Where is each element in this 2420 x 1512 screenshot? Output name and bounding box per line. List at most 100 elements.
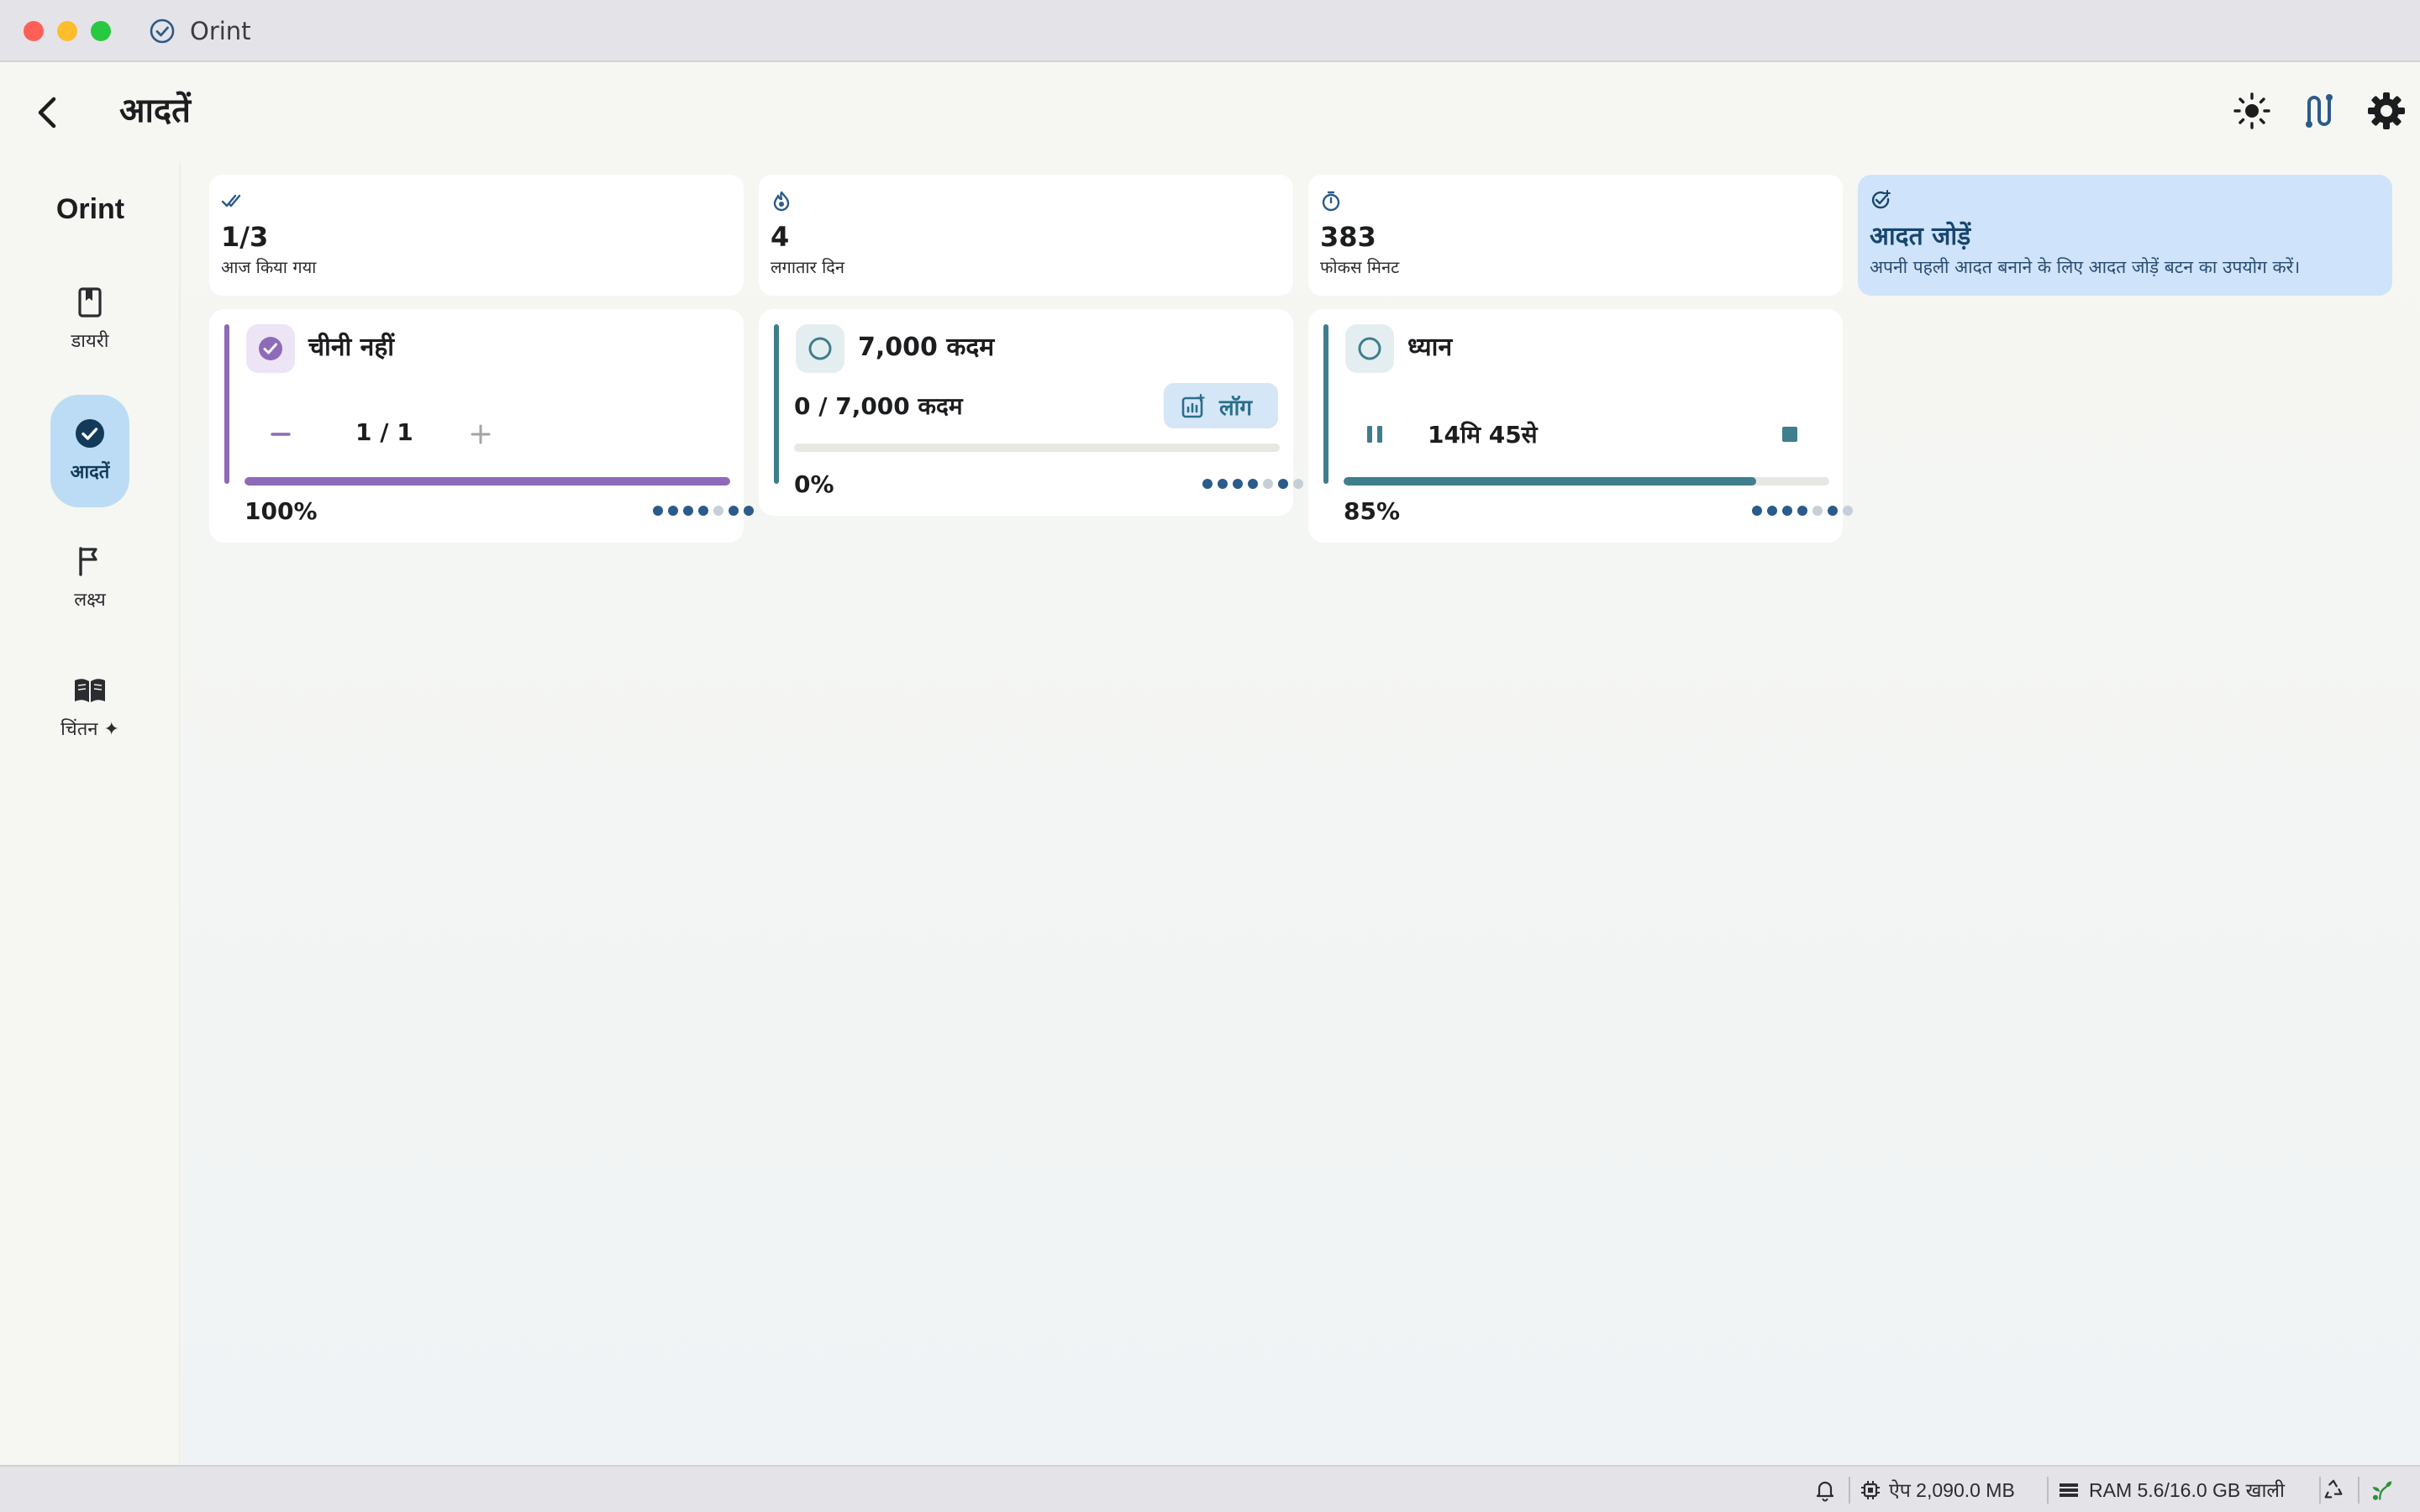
stat-streak: 4 लगातार दिन: [759, 175, 1293, 296]
add-habit-hint: अपनी पहली आदत बनाने के लिए आदत जोड़ें बट…: [1870, 257, 2301, 277]
habit-percent: 0%: [794, 470, 834, 498]
week-day-dot: [1278, 479, 1288, 489]
log-button-label: लॉग: [1219, 396, 1253, 421]
sidebar-item-journal[interactable]: डायरी: [50, 286, 129, 353]
stat-focus-minutes: 383 फोकस मिनट: [1308, 175, 1843, 296]
habit-done-checkbox[interactable]: [246, 324, 295, 373]
stat-label: लगातार दिन: [771, 257, 845, 277]
app-memory-readout: ऐप 2,090.0 MB: [1889, 1479, 2015, 1501]
book-open-icon: [75, 679, 105, 702]
sidebar-item-label: डायरी: [71, 331, 109, 352]
maximize-window-button[interactable]: [91, 21, 111, 41]
habit-color-stripe: [1323, 324, 1328, 484]
week-day-dot: [1843, 506, 1853, 516]
week-day-dot: [729, 506, 739, 516]
habit-count-text: 0 / 7,000 कदम: [794, 392, 963, 420]
chart-add-icon: [1181, 394, 1205, 418]
sidebar-item-label: लक्ष्य: [74, 590, 106, 611]
habit-color-stripe: [774, 324, 779, 484]
week-day-dot: [1797, 506, 1807, 516]
main-content: 1/3 आज किया गया 4 लगातार दिन 383 फोकस मि…: [182, 161, 2420, 1465]
status-bar: ऐप 2,090.0 MB RAM 5.6/16.0 GB खाली: [0, 1465, 2420, 1512]
stat-completed-today: 1/3 आज किया गया: [209, 175, 744, 296]
habit-name: 7,000 कदम: [858, 333, 995, 362]
week-day-dot: [1812, 506, 1823, 516]
stat-value: 1/3: [221, 221, 269, 253]
habit-card-meditation[interactable]: ध्यान 14मि 45से 85%: [1308, 309, 1853, 543]
sidebar-item-label: चिंतन ✦: [60, 719, 119, 740]
week-day-dot: [1293, 479, 1303, 489]
theme-sun-icon[interactable]: [2232, 91, 2272, 131]
sidebar-item-reflection[interactable]: चिंतन ✦: [50, 674, 129, 741]
week-day-dot: [1248, 479, 1258, 489]
week-day-dot: [1782, 506, 1792, 516]
stat-label: फोकस मिनट: [1320, 257, 1400, 277]
week-day-dot: [1828, 506, 1838, 516]
habit-percent: 100%: [245, 497, 318, 525]
memory-stack-icon: [2060, 1483, 2078, 1497]
habit-progress-bar: [794, 444, 1280, 452]
stop-icon[interactable]: [1769, 413, 1811, 455]
habit-progress-fill: [245, 477, 730, 486]
app-logo-icon: [150, 18, 175, 44]
habit-week-dots: [653, 506, 754, 516]
add-habit-button[interactable]: आदत जोड़ें अपनी पहली आदत बनाने के लिए आद…: [1858, 175, 2392, 296]
habit-color-stripe: [224, 324, 229, 484]
week-day-dot: [1767, 506, 1777, 516]
week-day-dot: [713, 506, 723, 516]
settings-gear-icon[interactable]: [2366, 91, 2407, 131]
double-check-icon: [221, 194, 241, 207]
habit-done-checkbox[interactable]: [1345, 324, 1394, 373]
week-day-dot: [668, 506, 678, 516]
sidebar-item-goals[interactable]: लक्ष्य: [50, 544, 129, 612]
stat-label: आज किया गया: [221, 257, 317, 277]
week-day-dot: [683, 506, 693, 516]
week-day-dot: [698, 506, 708, 516]
sidebar-brand: Orint: [55, 193, 125, 225]
habit-name: चीनी नहीं: [308, 333, 395, 362]
add-habit-title: आदत जोड़ें: [1870, 222, 1971, 251]
journal-icon: [78, 287, 102, 318]
flame-icon: [773, 191, 790, 212]
window-titlebar: Orint: [0, 0, 2420, 62]
empty-circle-icon: [808, 337, 832, 360]
habit-week-dots: [1202, 479, 1303, 489]
week-day-dot: [1263, 479, 1273, 489]
log-button[interactable]: लॉग: [1164, 383, 1278, 428]
close-window-button[interactable]: [24, 21, 44, 41]
habit-week-dots: [1752, 506, 1853, 516]
back-arrow-icon[interactable]: [30, 92, 64, 133]
habit-percent: 85%: [1344, 497, 1401, 525]
cpu-chip-icon: [1861, 1481, 1880, 1499]
habit-progress-bar: [1344, 477, 1829, 486]
minimize-window-button[interactable]: [57, 21, 77, 41]
pause-icon[interactable]: [1354, 413, 1396, 455]
habit-card-no-sugar[interactable]: चीनी नहीं 1 / 1 100%: [209, 309, 754, 543]
week-day-dot: [1752, 506, 1762, 516]
habit-done-checkbox[interactable]: [796, 324, 844, 373]
sidebar-item-habits[interactable]: आदतें: [50, 395, 129, 507]
route-icon[interactable]: [2299, 91, 2339, 131]
ram-readout: RAM 5.6/16.0 GB खाली: [2089, 1479, 2285, 1501]
week-day-dot: [1233, 479, 1243, 489]
stat-value: 4: [771, 221, 790, 253]
window-title: Orint: [190, 17, 251, 45]
sidebar: Orint डायरी आदतें लक्ष्य चिंतन ✦: [0, 161, 181, 1465]
bell-icon[interactable]: [1813, 1478, 1837, 1502]
empty-circle-icon: [1358, 337, 1381, 360]
week-day-dot: [1202, 479, 1213, 489]
week-day-dot: [744, 506, 754, 516]
increment-button[interactable]: [460, 413, 502, 455]
checked-circle-icon: [259, 337, 282, 360]
sprout-icon[interactable]: [2368, 1478, 2395, 1502]
habit-card-steps[interactable]: 7,000 कदम 0 / 7,000 कदम लॉग 0%: [759, 309, 1303, 516]
stat-value: 383: [1320, 221, 1376, 253]
timer-icon: [1322, 191, 1340, 212]
decrement-button[interactable]: [260, 413, 302, 455]
habit-progress-bar: [245, 477, 730, 486]
habit-count: 1 / 1: [355, 418, 413, 446]
habit-timer: 14मि 45से: [1428, 421, 1538, 449]
add-check-icon: [1871, 190, 1891, 209]
check-circle-icon: [76, 419, 104, 448]
recycle-icon[interactable]: [2321, 1478, 2346, 1502]
